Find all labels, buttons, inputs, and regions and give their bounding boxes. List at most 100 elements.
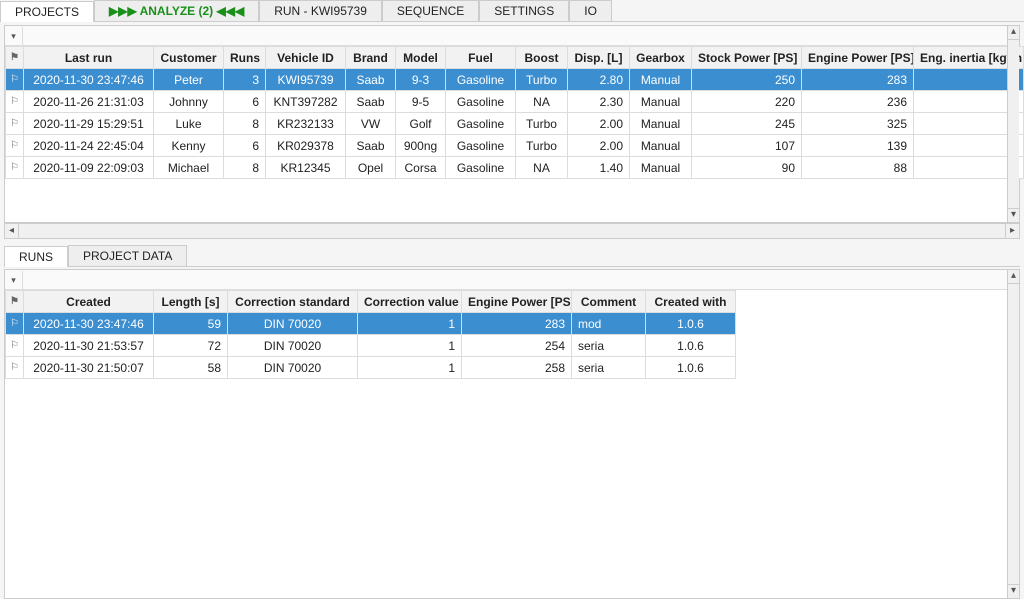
runs-filter-row: ▾ bbox=[5, 270, 1019, 290]
table-row[interactable]: ⚐2020-11-30 21:53:5772DIN 700201254seria… bbox=[6, 335, 736, 357]
rcol-flag[interactable]: ⚑ bbox=[6, 291, 24, 313]
flag-icon: ⚐ bbox=[6, 335, 24, 357]
runs-grid: ▾ ⚑ Created Length [s] Correction standa… bbox=[4, 269, 1020, 599]
scroll-down-icon[interactable]: ▾ bbox=[1008, 584, 1019, 598]
projects-table: ⚑ Last run Customer Runs Vehicle ID Bran… bbox=[5, 46, 1024, 179]
col-fuel[interactable]: Fuel bbox=[446, 47, 516, 69]
table-row[interactable]: ⚐2020-11-29 15:29:51Luke8KR232133VWGolfG… bbox=[6, 113, 1024, 135]
cell-model: 9-5 bbox=[396, 91, 446, 113]
rcol-created-with[interactable]: Created with bbox=[646, 291, 736, 313]
main-tabbar: PROJECTS ▶▶▶ ANALYZE (2) ◀◀◀ RUN - KWI95… bbox=[0, 0, 1024, 22]
cell-boost: Turbo bbox=[516, 69, 568, 91]
cell-fuel: Gasoline bbox=[446, 157, 516, 179]
tab-projects[interactable]: PROJECTS bbox=[0, 1, 94, 22]
cell-last-run: 2020-11-26 21:31:03 bbox=[24, 91, 154, 113]
cell-last-run: 2020-11-30 23:47:46 bbox=[24, 69, 154, 91]
col-brand[interactable]: Brand bbox=[346, 47, 396, 69]
rcol-corr-val[interactable]: Correction value bbox=[358, 291, 462, 313]
projects-grid: ▾ ⚑ Last run Customer Runs Vehicle ID Br… bbox=[4, 25, 1020, 223]
cell-corr-val: 1 bbox=[358, 357, 462, 379]
cell-corr-val: 1 bbox=[358, 335, 462, 357]
col-boost[interactable]: Boost bbox=[516, 47, 568, 69]
runs-header-row: ⚑ Created Length [s] Correction standard… bbox=[6, 291, 736, 313]
cell-boost: Turbo bbox=[516, 113, 568, 135]
table-row[interactable]: ⚐2020-11-09 22:09:03Michael8KR12345OpelC… bbox=[6, 157, 1024, 179]
cell-engine-power: 88 bbox=[802, 157, 914, 179]
scroll-up-icon[interactable]: ▴ bbox=[1008, 270, 1019, 284]
cell-fuel: Gasoline bbox=[446, 135, 516, 157]
tab-runs[interactable]: RUNS bbox=[4, 246, 68, 267]
cell-engine-power: 236 bbox=[802, 91, 914, 113]
cell-last-run: 2020-11-09 22:09:03 bbox=[24, 157, 154, 179]
col-engine-power[interactable]: Engine Power [PS] bbox=[802, 47, 914, 69]
flag-icon: ⚐ bbox=[6, 113, 24, 135]
cell-brand: Opel bbox=[346, 157, 396, 179]
scroll-right-icon[interactable]: ▸ bbox=[1005, 224, 1019, 238]
tab-sequence[interactable]: SEQUENCE bbox=[382, 0, 479, 21]
cell-customer: Johnny bbox=[154, 91, 224, 113]
detail-tabbar: RUNS PROJECT DATA bbox=[4, 245, 1020, 267]
rcol-comment[interactable]: Comment bbox=[572, 291, 646, 313]
scroll-up-icon[interactable]: ▴ bbox=[1008, 26, 1019, 40]
cell-disp: 2.30 bbox=[568, 91, 630, 113]
cell-vehicle-id: KNT397282 bbox=[266, 91, 346, 113]
tab-run[interactable]: RUN - KWI95739 bbox=[259, 0, 382, 21]
cell-engine-power: 254 bbox=[462, 335, 572, 357]
col-gearbox[interactable]: Gearbox bbox=[630, 47, 692, 69]
cell-boost: NA bbox=[516, 157, 568, 179]
tab-settings[interactable]: SETTINGS bbox=[479, 0, 569, 21]
projects-filter-dropdown-icon[interactable]: ▾ bbox=[5, 27, 23, 45]
col-last-run[interactable]: Last run bbox=[24, 47, 154, 69]
cell-created-with: 1.0.6 bbox=[646, 313, 736, 335]
cell-engine-power: 283 bbox=[462, 313, 572, 335]
cell-runs: 6 bbox=[224, 91, 266, 113]
col-stock-power[interactable]: Stock Power [PS] bbox=[692, 47, 802, 69]
cell-brand: VW bbox=[346, 113, 396, 135]
cell-brand: Saab bbox=[346, 135, 396, 157]
col-runs[interactable]: Runs bbox=[224, 47, 266, 69]
runs-vertical-scrollbar[interactable]: ▴ ▾ bbox=[1007, 270, 1019, 598]
runs-filter-dropdown-icon[interactable]: ▾ bbox=[5, 271, 23, 289]
col-model[interactable]: Model bbox=[396, 47, 446, 69]
rcol-length[interactable]: Length [s] bbox=[154, 291, 228, 313]
cell-corr-std: DIN 70020 bbox=[228, 357, 358, 379]
cell-created: 2020-11-30 21:53:57 bbox=[24, 335, 154, 357]
cell-customer: Peter bbox=[154, 69, 224, 91]
rcol-engine-power[interactable]: Engine Power [PS] bbox=[462, 291, 572, 313]
rcol-created[interactable]: Created bbox=[24, 291, 154, 313]
cell-engine-power: 283 bbox=[802, 69, 914, 91]
col-disp[interactable]: Disp. [L] bbox=[568, 47, 630, 69]
tab-analyze[interactable]: ▶▶▶ ANALYZE (2) ◀◀◀ bbox=[94, 0, 259, 21]
table-row[interactable]: ⚐2020-11-30 23:47:4659DIN 700201283mod1.… bbox=[6, 313, 736, 335]
cell-customer: Kenny bbox=[154, 135, 224, 157]
scroll-left-icon[interactable]: ◂ bbox=[5, 224, 19, 238]
cell-corr-std: DIN 70020 bbox=[228, 335, 358, 357]
projects-vertical-scrollbar[interactable]: ▴ ▾ bbox=[1007, 26, 1019, 222]
col-customer[interactable]: Customer bbox=[154, 47, 224, 69]
tab-io[interactable]: IO bbox=[569, 0, 612, 21]
tab-project-data[interactable]: PROJECT DATA bbox=[68, 245, 187, 266]
projects-header-row: ⚑ Last run Customer Runs Vehicle ID Bran… bbox=[6, 47, 1024, 69]
cell-gearbox: Manual bbox=[630, 135, 692, 157]
table-row[interactable]: ⚐2020-11-26 21:31:03Johnny6KNT397282Saab… bbox=[6, 91, 1024, 113]
table-row[interactable]: ⚐2020-11-24 22:45:04Kenny6KR029378Saab90… bbox=[6, 135, 1024, 157]
cell-disp: 2.00 bbox=[568, 113, 630, 135]
cell-comment: mod bbox=[572, 313, 646, 335]
scroll-down-icon[interactable]: ▾ bbox=[1008, 208, 1019, 222]
col-flag[interactable]: ⚑ bbox=[6, 47, 24, 69]
cell-fuel: Gasoline bbox=[446, 91, 516, 113]
col-vehicle-id[interactable]: Vehicle ID bbox=[266, 47, 346, 69]
cell-customer: Luke bbox=[154, 113, 224, 135]
projects-horizontal-scrollbar[interactable]: ◂ ▸ bbox=[4, 223, 1020, 239]
table-row[interactable]: ⚐2020-11-30 21:50:0758DIN 700201258seria… bbox=[6, 357, 736, 379]
projects-filter-row: ▾ bbox=[5, 26, 1019, 46]
cell-runs: 6 bbox=[224, 135, 266, 157]
rcol-corr-std[interactable]: Correction standard bbox=[228, 291, 358, 313]
cell-stock-power: 107 bbox=[692, 135, 802, 157]
cell-stock-power: 245 bbox=[692, 113, 802, 135]
cell-gearbox: Manual bbox=[630, 113, 692, 135]
cell-brand: Saab bbox=[346, 69, 396, 91]
cell-comment: seria bbox=[572, 357, 646, 379]
table-row[interactable]: ⚐2020-11-30 23:47:46Peter3KWI95739Saab9-… bbox=[6, 69, 1024, 91]
runs-table: ⚑ Created Length [s] Correction standard… bbox=[5, 290, 736, 379]
